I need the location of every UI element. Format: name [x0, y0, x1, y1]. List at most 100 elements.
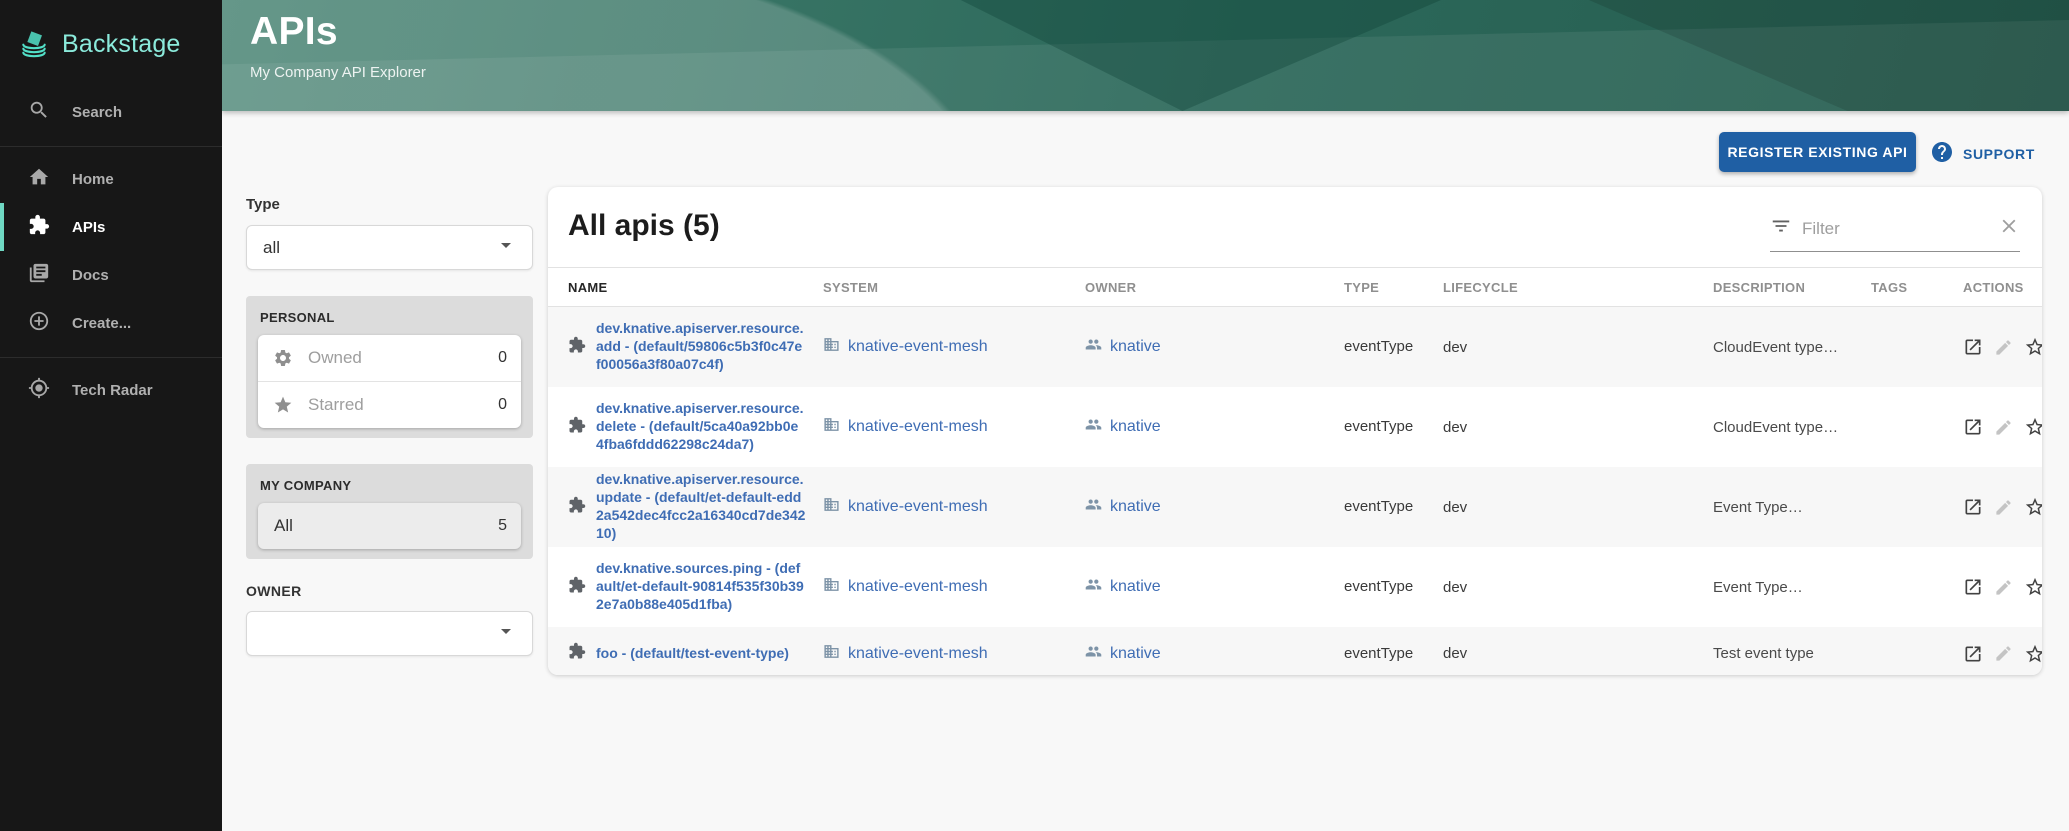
api-name-link[interactable]: dev.knative.apiserver.resource.add - (de… — [596, 320, 806, 374]
system-building-icon — [823, 416, 840, 438]
column-header-owner[interactable]: OWNER — [1085, 280, 1344, 295]
api-name-link[interactable]: dev.knative.apiserver.resource.delete - … — [596, 400, 806, 454]
owner-link[interactable]: knative — [1110, 338, 1161, 356]
description-value: CloudEvent type… — [1713, 419, 1871, 436]
api-puzzle-icon — [568, 496, 586, 519]
owner-link[interactable]: knative — [1110, 418, 1161, 436]
sidebar-item-label: Create... — [72, 315, 131, 332]
api-puzzle-icon — [568, 416, 586, 439]
clear-filter-icon[interactable] — [1998, 215, 2020, 242]
table-filter-input[interactable]: Filter — [1770, 215, 2020, 252]
owned-filter-label: Owned — [308, 348, 498, 368]
puzzle-icon — [28, 214, 50, 240]
lifecycle-value: dev — [1443, 419, 1713, 436]
star-outline-icon[interactable] — [2024, 643, 2042, 665]
edit-pencil-icon[interactable] — [1994, 418, 2013, 437]
system-link[interactable]: knative-event-mesh — [848, 498, 988, 516]
open-in-new-icon[interactable] — [1963, 577, 1983, 597]
sidebar-item-create[interactable]: Create... — [0, 299, 222, 347]
filter-item-all[interactable]: All 5 — [258, 503, 521, 549]
type-filter-value: all — [263, 238, 494, 258]
personal-section-title: PERSONAL — [260, 310, 521, 325]
backstage-logo-text: Backstage — [62, 30, 181, 59]
table-row: dev.knative.apiserver.resource.delete - … — [548, 387, 2042, 467]
column-header-type[interactable]: TYPE — [1344, 280, 1443, 295]
api-puzzle-icon — [568, 642, 586, 665]
company-filter-card: MY COMPANY All 5 — [246, 464, 533, 559]
column-header-name[interactable]: NAME — [568, 280, 823, 295]
system-building-icon — [823, 496, 840, 518]
sidebar-item-docs[interactable]: Docs — [0, 251, 222, 299]
open-in-new-icon[interactable] — [1963, 644, 1983, 664]
table-body: dev.knative.apiserver.resource.add - (de… — [548, 307, 2042, 675]
sidebar-item-home[interactable]: Home — [0, 155, 222, 203]
docs-icon — [28, 262, 50, 288]
star-outline-icon[interactable] — [2024, 336, 2042, 358]
type-filter-label: Type — [246, 196, 533, 213]
system-building-icon — [823, 643, 840, 665]
sidebar-item-apis[interactable]: APIs — [0, 203, 222, 251]
api-puzzle-icon — [568, 576, 586, 599]
system-link[interactable]: knative-event-mesh — [848, 645, 988, 663]
owner-group-icon — [1085, 336, 1102, 358]
owner-group-icon — [1085, 576, 1102, 598]
sidebar-item-label: Home — [72, 171, 114, 188]
edit-pencil-icon[interactable] — [1994, 578, 2013, 597]
lifecycle-value: dev — [1443, 645, 1713, 662]
edit-pencil-icon[interactable] — [1994, 644, 2013, 663]
description-value: Test event type — [1713, 645, 1871, 662]
description-value: CloudEvent type… — [1713, 339, 1871, 356]
type-filter-select[interactable]: all — [246, 225, 533, 270]
filters-panel: Type all PERSONAL Owned 0 — [246, 196, 533, 656]
starred-filter-label: Starred — [308, 395, 498, 415]
sidebar-item-search[interactable]: Search — [0, 88, 222, 136]
personal-filter-card: PERSONAL Owned 0 Starred 0 — [246, 296, 533, 438]
filter-item-owned[interactable]: Owned 0 — [258, 335, 521, 381]
edit-pencil-icon[interactable] — [1994, 498, 2013, 517]
description-value: Event Type… — [1713, 499, 1871, 516]
owner-filter-select[interactable] — [246, 611, 533, 656]
open-in-new-icon[interactable] — [1963, 497, 1983, 517]
star-outline-icon[interactable] — [2024, 576, 2042, 598]
lifecycle-value: dev — [1443, 499, 1713, 516]
type-value: eventType — [1344, 337, 1416, 357]
api-name-link[interactable]: dev.knative.apiserver.resource.update - … — [596, 471, 806, 543]
column-header-lifecycle[interactable]: LIFECYCLE — [1443, 280, 1713, 295]
star-outline-icon[interactable] — [2024, 496, 2042, 518]
table-row: dev.knative.apiserver.resource.add - (de… — [548, 307, 2042, 387]
owner-group-icon — [1085, 496, 1102, 518]
type-value: eventType — [1344, 577, 1416, 597]
chevron-down-icon — [494, 233, 518, 262]
backstage-logo[interactable]: Backstage — [0, 0, 222, 70]
open-in-new-icon[interactable] — [1963, 337, 1983, 357]
type-value: eventType — [1344, 644, 1416, 664]
filter-item-starred[interactable]: Starred 0 — [258, 381, 521, 428]
system-link[interactable]: knative-event-mesh — [848, 338, 988, 356]
table-row: dev.knative.sources.ping - (default/et-d… — [548, 547, 2042, 627]
system-link[interactable]: knative-event-mesh — [848, 578, 988, 596]
search-icon — [28, 99, 50, 125]
support-button[interactable]: SUPPORT — [1930, 140, 2035, 167]
open-in-new-icon[interactable] — [1963, 417, 1983, 437]
owner-group-icon — [1085, 643, 1102, 665]
owner-link[interactable]: knative — [1110, 498, 1161, 516]
api-name-link[interactable]: foo - (default/test-event-type) — [596, 645, 806, 663]
star-outline-icon[interactable] — [2024, 416, 2042, 438]
edit-pencil-icon[interactable] — [1994, 338, 2013, 357]
system-building-icon — [823, 576, 840, 598]
home-icon — [28, 166, 50, 192]
owner-filter-label: OWNER — [246, 583, 533, 599]
star-icon — [272, 395, 294, 415]
system-link[interactable]: knative-event-mesh — [848, 418, 988, 436]
lifecycle-value: dev — [1443, 339, 1713, 356]
api-name-link[interactable]: dev.knative.sources.ping - (default/et-d… — [596, 560, 806, 614]
column-header-tags[interactable]: TAGS — [1871, 280, 1963, 295]
owner-link[interactable]: knative — [1110, 645, 1161, 663]
sidebar-item-tech-radar[interactable]: Tech Radar — [0, 366, 222, 414]
owner-link[interactable]: knative — [1110, 578, 1161, 596]
sidebar-divider — [0, 357, 222, 358]
register-existing-api-button[interactable]: REGISTER EXISTING API — [1719, 132, 1916, 172]
table-title: All apis (5) — [568, 209, 720, 243]
column-header-description[interactable]: DESCRIPTION — [1713, 280, 1871, 295]
column-header-system[interactable]: SYSTEM — [823, 280, 1085, 295]
